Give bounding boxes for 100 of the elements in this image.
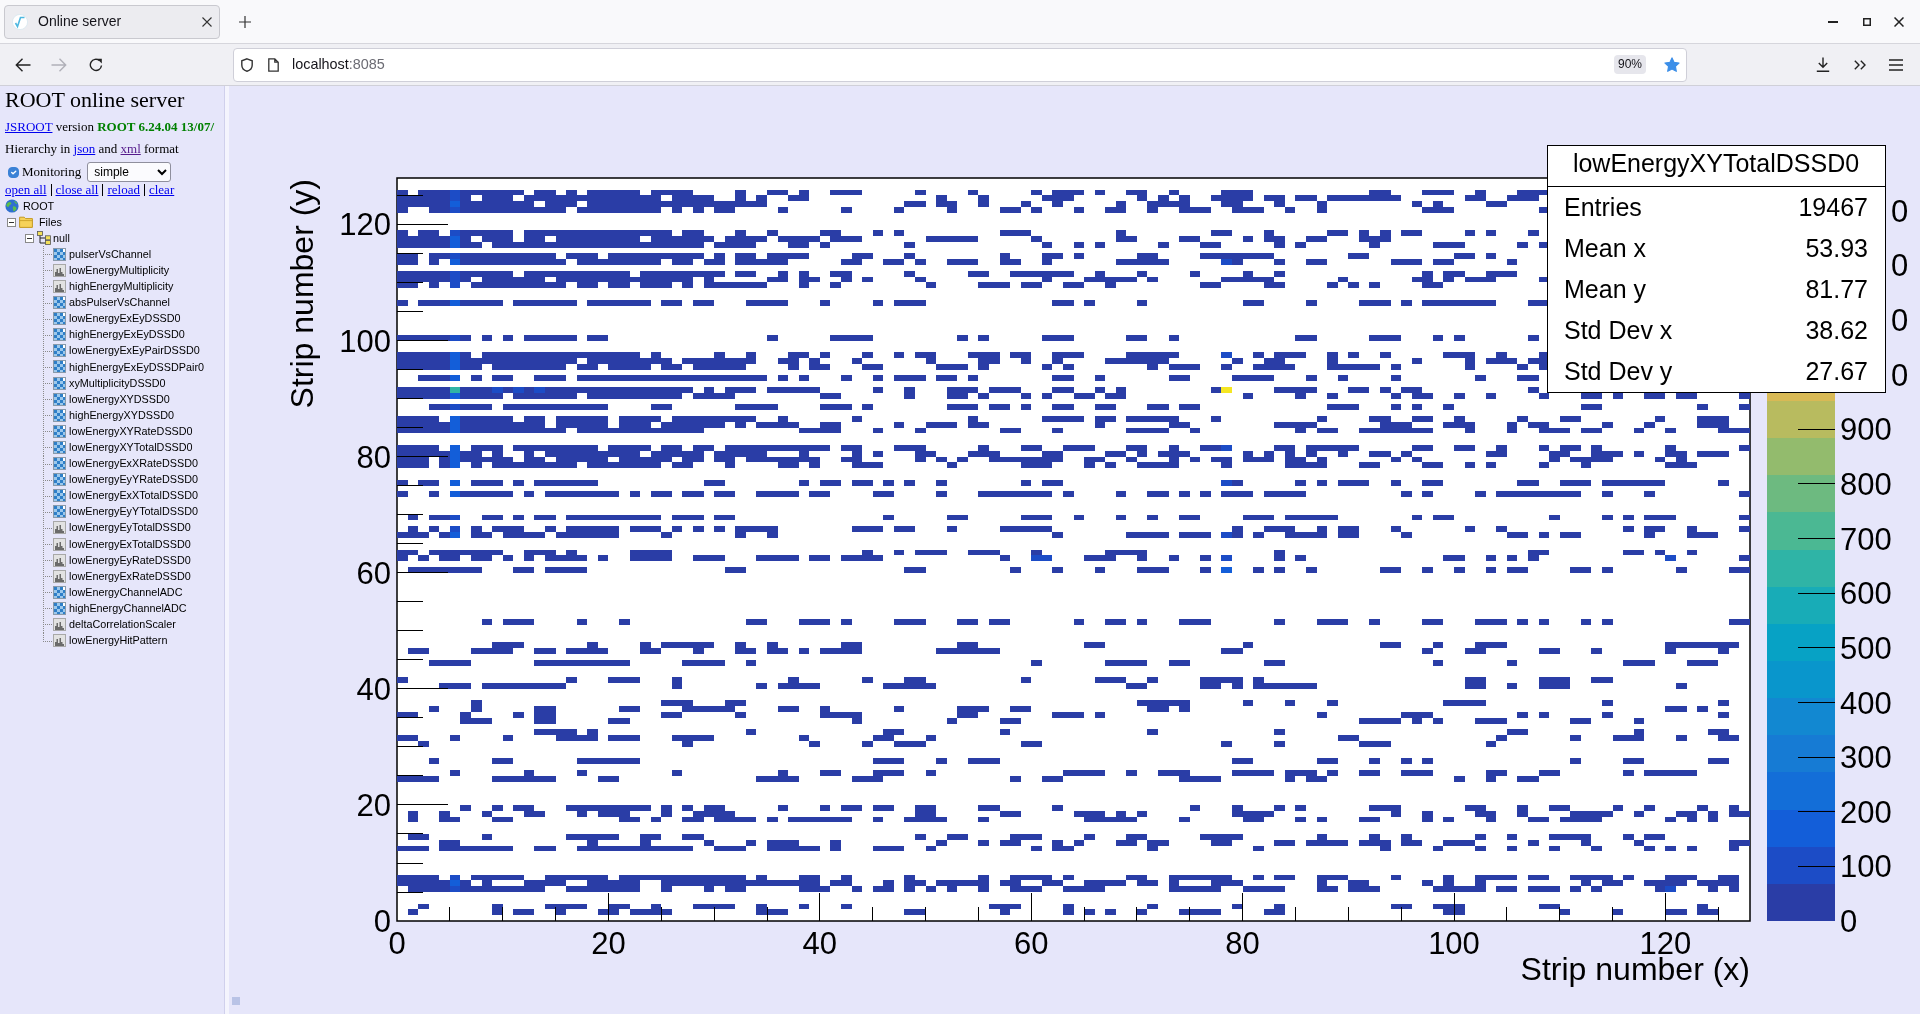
maximize-icon[interactable]	[1863, 17, 1871, 26]
color-scale-label: 0	[1891, 303, 1909, 338]
page-icon[interactable]	[268, 57, 279, 72]
bar-chart-icon	[53, 280, 66, 293]
color-scale-label: 0	[1891, 248, 1909, 284]
color-scale-label: 700	[1840, 521, 1892, 557]
axis-tick-label: 0	[388, 926, 406, 961]
tree-item[interactable]: lowEnergyXYRateDSSD0	[69, 424, 193, 438]
back-arrow-icon[interactable]	[15, 57, 31, 72]
hierarchy-text: Hierarchy in json and xml format	[5, 142, 180, 156]
folder-icon	[19, 216, 33, 229]
menu-icon[interactable]	[1889, 58, 1903, 71]
axis-tick-label: 60	[356, 555, 391, 591]
minus-box-icon[interactable]	[7, 217, 16, 227]
resize-handle-icon[interactable]	[232, 997, 240, 1005]
heatmap-icon	[53, 489, 66, 503]
stats-value: 53.93	[1805, 233, 1868, 262]
color-scale-label: 0	[1891, 193, 1909, 229]
heatmap-icon	[53, 312, 66, 326]
tree-item[interactable]: lowEnergyExXTotalDSSD0	[69, 489, 199, 503]
axis-tick-label: 40	[802, 926, 838, 961]
bar-chart-icon	[53, 537, 66, 551]
tree-item[interactable]: highEnergyExEyDSSDPair0	[69, 360, 205, 374]
heatmap-icon	[53, 408, 66, 422]
page-title: ROOT online server	[5, 87, 186, 113]
close-icon[interactable]	[202, 16, 212, 27]
minus-box-icon[interactable]	[25, 233, 34, 243]
tree-structure-icon	[37, 231, 51, 246]
heatmap-icon	[53, 505, 66, 519]
axis-tick-label: 80	[1225, 926, 1260, 961]
plus-icon[interactable]	[239, 15, 251, 28]
tree-item[interactable]: highEnergyExEyDSSD0	[69, 328, 185, 342]
tree-item[interactable]: highEnergyChannelADC	[69, 601, 187, 615]
tree-item[interactable]: lowEnergyExEyDSSD0	[69, 312, 181, 326]
heatmap-icon	[53, 601, 66, 615]
url-input[interactable]: localhost:8085	[292, 55, 385, 74]
tree-item[interactable]: lowEnergyEyYTotalDSSD0	[69, 505, 199, 519]
tree-item[interactable]: Files	[39, 215, 62, 229]
heatmap-icon	[53, 457, 66, 471]
color-scale-label: 500	[1840, 630, 1892, 666]
monitoring-checkbox[interactable]	[8, 166, 19, 178]
tree-item[interactable]: deltaCorrelationScaler	[69, 618, 176, 631]
text-link[interactable]: xml	[120, 141, 141, 156]
tree-item[interactable]: highEnergyMultiplicity	[69, 280, 174, 293]
heatmap-icon	[53, 328, 66, 342]
action-link[interactable]: open all	[5, 182, 47, 197]
tree-item[interactable]: ROOT	[23, 199, 55, 213]
tree-item[interactable]: lowEnergyXYDSSD0	[69, 392, 170, 406]
bar-chart-icon	[53, 553, 66, 567]
axis-tick-label: 80	[356, 439, 391, 475]
stats-value: 19467	[1798, 192, 1868, 221]
tree-item[interactable]: lowEnergyEyTotalDSSD0	[69, 521, 191, 535]
color-scale-label: 900	[1840, 412, 1892, 448]
heatmap-icon	[53, 473, 66, 487]
shield-icon[interactable]	[241, 57, 253, 72]
tree-item[interactable]: lowEnergyEyRateDSSD0	[69, 553, 191, 567]
bar-chart-icon	[53, 263, 66, 277]
heatmap-icon	[53, 392, 66, 406]
action-link[interactable]: clear	[148, 182, 175, 197]
star-icon[interactable]	[1664, 56, 1680, 73]
heatmap-icon	[53, 296, 66, 310]
axis-tick-label: 0	[373, 904, 391, 939]
heatmap-icon	[53, 585, 66, 599]
tree-item[interactable]: lowEnergyExEyPairDSSD0	[69, 344, 200, 358]
stats-title: lowEnergyXYTotalDSSD0	[1572, 149, 1860, 177]
tree-item[interactable]: lowEnergyExTotalDSSD0	[69, 537, 191, 551]
text-link[interactable]: json	[73, 141, 96, 156]
tree-item[interactable]: pulserVsChannel	[69, 247, 152, 261]
color-scale-label: 0	[1891, 357, 1909, 393]
bar-chart-icon	[53, 618, 66, 631]
tree-item[interactable]: highEnergyXYDSSD0	[69, 408, 175, 422]
zoom-level-button[interactable]: 90%	[1613, 55, 1646, 74]
axis-title: Strip number (y)	[284, 179, 320, 409]
heatmap-icon	[53, 247, 66, 261]
tree-item[interactable]: lowEnergyChannelADC	[69, 585, 183, 599]
close-icon[interactable]	[1894, 16, 1904, 27]
tree-item[interactable]: lowEnergyMultiplicity	[69, 263, 170, 277]
version-text: JSROOT version ROOT 6.24.04 13/07/	[5, 120, 215, 134]
heatmap-icon	[53, 360, 66, 374]
tree-item[interactable]: lowEnergyEyYRateDSSD0	[69, 473, 199, 487]
action-link[interactable]: reload	[107, 182, 140, 197]
tree-item[interactable]: lowEnergyXYTotalDSSD0	[69, 440, 193, 454]
double-chevron-icon[interactable]	[1854, 59, 1866, 70]
download-icon[interactable]	[1816, 57, 1830, 72]
tree-item[interactable]: lowEnergyHitPattern	[69, 634, 168, 648]
reload-icon[interactable]	[89, 57, 103, 72]
tree-item[interactable]: xyMultiplicityDSSD0	[69, 376, 166, 390]
axis-tick-label: 20	[356, 787, 391, 823]
heatmap-icon	[53, 344, 66, 358]
tree-item[interactable]: absPulserVsChannel	[69, 296, 170, 310]
tree-item[interactable]: lowEnergyExRateDSSD0	[69, 569, 191, 583]
browser-tab[interactable]: Online server	[4, 4, 220, 39]
axis-tick-label: 120	[339, 207, 391, 243]
tree-item[interactable]: null	[53, 231, 70, 245]
tree-item[interactable]: lowEnergyExXRateDSSD0	[69, 457, 199, 470]
action-link[interactable]: close all	[55, 182, 99, 197]
text-link[interactable]: JSROOT	[5, 119, 53, 134]
axis-tick-label: 60	[1013, 926, 1049, 961]
mode-select[interactable]: simple	[87, 162, 172, 182]
minimize-icon[interactable]	[1828, 20, 1838, 23]
